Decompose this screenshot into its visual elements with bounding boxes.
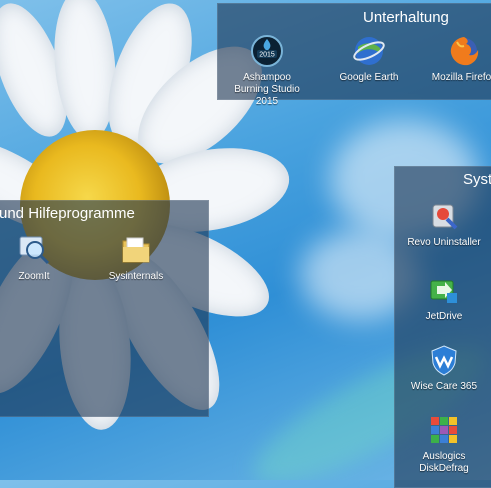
tile-label: JetDrive [425, 311, 463, 322]
tile-label: Mozilla Firefox [431, 72, 491, 83]
tile-label: Sysinternals [108, 271, 164, 282]
jetdrive-icon [430, 280, 457, 303]
revo-uninstaller-icon [432, 204, 458, 230]
firefox-icon [450, 37, 479, 66]
folder-icon [122, 237, 150, 263]
tile-label: Google Earth [339, 72, 399, 83]
group-system: Syste Revo Uninstaller JetDrive Wise Car… [394, 166, 491, 488]
wise-care-icon [431, 345, 457, 376]
tile-mozilla-firefox[interactable]: Mozilla Firefox [423, 34, 491, 84]
auslogics-defrag-icon [431, 417, 457, 443]
tile-sysinternals[interactable]: Sysinternals [95, 233, 177, 283]
group-title: und Hilfeprogramme [0, 205, 135, 222]
google-earth-icon [353, 37, 385, 65]
burning-studio-icon: 2015 [251, 35, 283, 67]
tile-zoomit[interactable]: ZoomIt [0, 233, 75, 283]
tile-label: ZoomIt [18, 271, 50, 282]
tile-label: Wise Care 365 [410, 381, 478, 392]
tile-label: Ashampoo Burning Studio 2015 [234, 72, 300, 107]
tile-label: Auslogics DiskDefrag [419, 451, 469, 474]
svg-text:2015: 2015 [259, 52, 275, 59]
tile-label: Revo Uninstaller [407, 237, 481, 248]
group-title: Unterhaltung [363, 9, 449, 26]
zoomit-icon [19, 236, 50, 265]
tile-wise-care-365[interactable]: Wise Care 365 [403, 343, 485, 393]
tile-jetdrive[interactable]: JetDrive [403, 273, 485, 323]
group-title: Syste [463, 171, 491, 188]
tile-revo-uninstaller[interactable]: Revo Uninstaller [403, 199, 485, 249]
tile-google-earth[interactable]: Google Earth [328, 34, 410, 84]
tile-ashampoo-burning-studio[interactable]: 2015 Ashampoo Burning Studio 2015 [226, 34, 308, 108]
group-entertainment: Unterhaltung 2015 Ashampoo Burning Studi… [217, 3, 491, 107]
group-tools: und Hilfeprogramme ZoomIt Sysinternals [0, 200, 209, 417]
tile-auslogics-diskdefrag[interactable]: Auslogics DiskDefrag [403, 413, 485, 475]
